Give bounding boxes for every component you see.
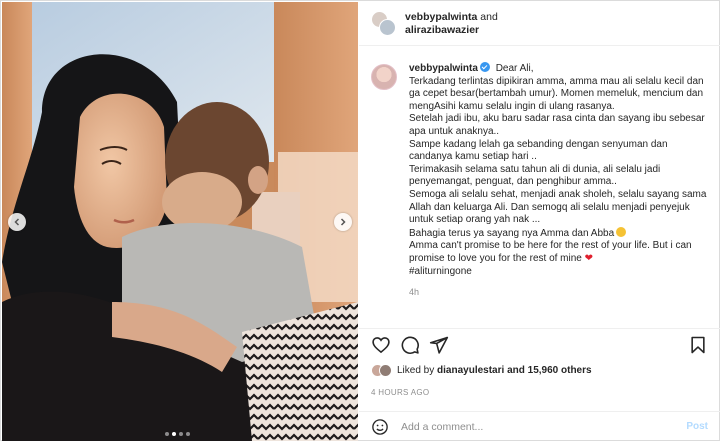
carousel-dot-active: [172, 432, 176, 436]
likes-user[interactable]: dianayulestari: [437, 365, 504, 376]
avatar: [379, 18, 396, 36]
post-photo[interactable]: [2, 2, 358, 441]
caption-line: Setelah jadi ibu, aku baru sadar rasa ci…: [409, 113, 705, 137]
heart-outline-icon[interactable]: [371, 335, 391, 355]
likes-count[interactable]: and 15,960 others: [507, 365, 591, 376]
caption-line: Terimakasih selama satu tahun ali di dun…: [409, 163, 661, 188]
comment-input[interactable]: [401, 420, 687, 433]
post-sidebar: vebbypalwinta and alirazibawazier vebbyp…: [359, 2, 720, 441]
chevron-left-icon: [14, 218, 20, 226]
chevron-right-icon: [340, 218, 346, 226]
hashtag-link[interactable]: #aliturningone: [409, 266, 708, 279]
carousel-dot: [186, 432, 190, 436]
caption-line: Dear Ali,: [495, 63, 534, 74]
post-header: vebbypalwinta and alirazibawazier: [359, 2, 720, 46]
caption: vebbypalwinta Dear Ali, Terkadang terlin…: [359, 54, 720, 314]
header-username-2[interactable]: alirazibawazier: [405, 24, 479, 36]
header-joiner: and: [480, 10, 498, 23]
caption-username[interactable]: vebbypalwinta: [409, 63, 478, 74]
likes-summary[interactable]: Liked by dianayulestari and 15,960 other…: [371, 364, 592, 377]
post-modal: vebbypalwinta and alirazibawazier vebbyp…: [0, 0, 720, 441]
avatar[interactable]: [371, 64, 397, 90]
caption-line: Semoga ali selalu sehat, menjadi anak sh…: [409, 188, 707, 226]
comment-bar: Post: [359, 411, 720, 441]
carousel-indicator: [165, 432, 190, 436]
carousel-dot: [179, 432, 183, 436]
post-comment-button[interactable]: Post: [686, 421, 708, 432]
caption-line: Amma can't promise to be here for the re…: [409, 240, 692, 264]
avatar: [379, 364, 392, 377]
caption-text: vebbypalwinta Dear Ali, Terkadang terlin…: [409, 62, 708, 314]
bookmark-icon[interactable]: [688, 335, 708, 355]
action-bar: [359, 328, 720, 358]
caption-line: Bahagia terus ya sayang nya Amma dan Abb…: [409, 227, 615, 239]
next-photo-button[interactable]: [334, 213, 352, 231]
verified-badge-icon: [479, 62, 490, 72]
caption-line: Sampe kadang lelah ga sebanding dengan s…: [409, 138, 668, 163]
smiley-face-icon[interactable]: [371, 418, 389, 436]
previous-photo-button[interactable]: [8, 213, 26, 231]
post-time: 4 HOURS AGO: [371, 388, 430, 397]
smiling-face-icon: [616, 226, 627, 237]
likes-prefix: Liked by: [397, 365, 435, 376]
collab-avatars[interactable]: [371, 10, 397, 37]
red-heart-icon: ❤: [584, 252, 594, 264]
photo-illustration: [2, 2, 358, 441]
carousel-dot: [165, 432, 169, 436]
header-username-1[interactable]: vebbypalwinta: [405, 11, 477, 23]
paper-plane-icon[interactable]: [429, 335, 449, 355]
comment-bubble-icon[interactable]: [400, 335, 420, 355]
collab-names: vebbypalwinta and alirazibawazier: [405, 11, 498, 37]
caption-line: Terkadang terlintas dipikiran amma, amma…: [409, 75, 704, 112]
caption-timestamp: 4h: [409, 287, 420, 298]
